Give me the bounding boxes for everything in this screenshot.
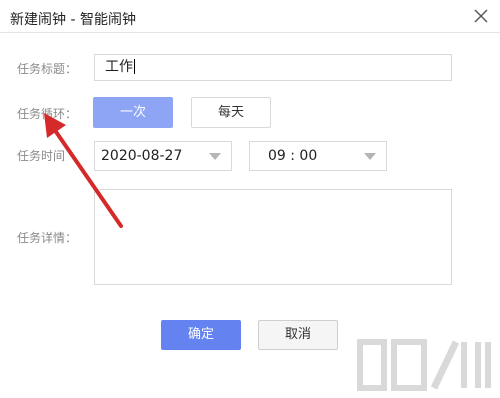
time-value: 09 : 00 xyxy=(268,148,318,164)
dialog-titlebar: 新建闹钟 - 智能闹钟 xyxy=(0,0,500,33)
time-select[interactable]: 09 : 00 xyxy=(249,141,387,171)
watermark-logo xyxy=(357,339,491,391)
close-icon[interactable] xyxy=(470,5,492,27)
repeat-once-button[interactable]: 一次 xyxy=(93,97,173,128)
task-details-textarea[interactable] xyxy=(94,189,452,285)
chevron-down-icon xyxy=(364,153,376,160)
task-time-label: 任务时间 xyxy=(17,149,66,163)
date-select[interactable]: 2020-08-27 xyxy=(94,141,232,171)
date-value: 2020-08-27 xyxy=(101,148,183,164)
task-repeat-label: 任务循环： xyxy=(17,107,78,121)
ok-button[interactable]: 确定 xyxy=(161,320,241,350)
dialog-title: 新建闹钟 - 智能闹钟 xyxy=(10,12,136,28)
cancel-button[interactable]: 取消 xyxy=(258,320,338,350)
task-title-input[interactable]: 工作 xyxy=(94,54,452,81)
task-title-value: 工作 xyxy=(105,59,133,75)
task-title-label: 任务标题： xyxy=(17,62,78,76)
chevron-down-icon xyxy=(209,153,221,160)
text-caret xyxy=(134,59,135,74)
task-details-label: 任务详情： xyxy=(17,231,78,245)
repeat-daily-button[interactable]: 每天 xyxy=(191,97,271,128)
